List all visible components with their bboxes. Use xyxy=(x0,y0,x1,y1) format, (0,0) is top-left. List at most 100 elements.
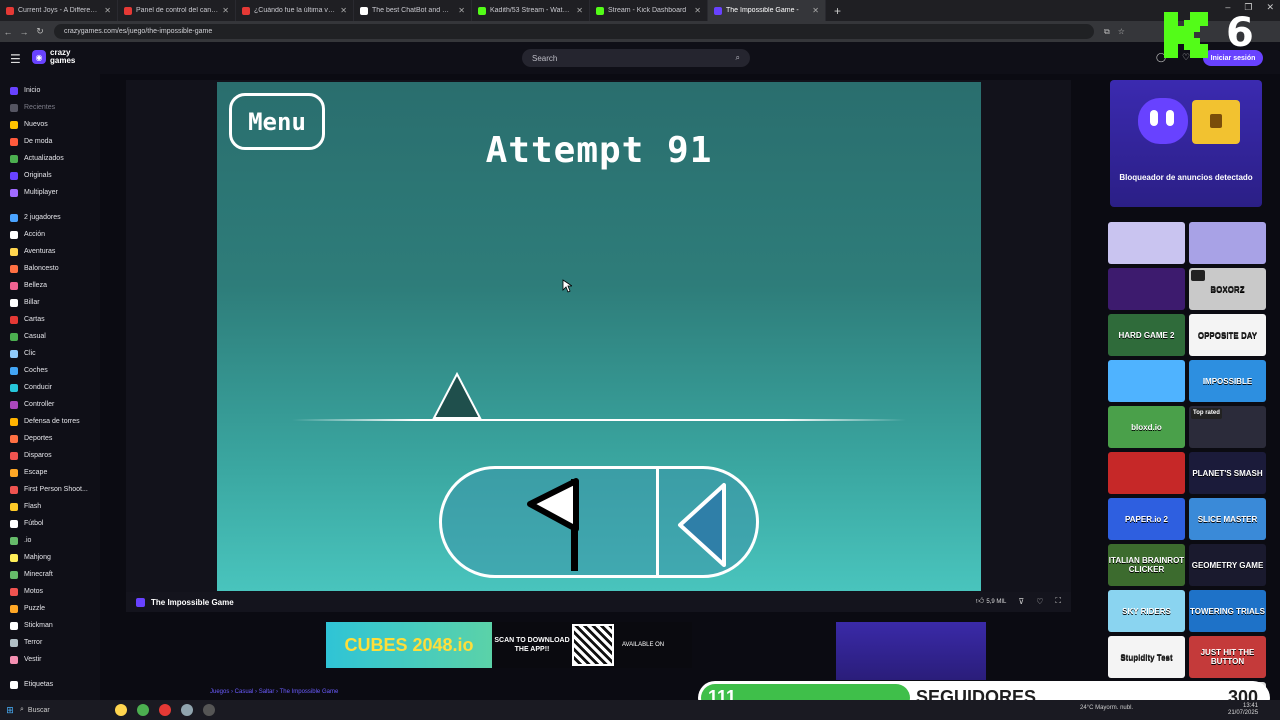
game-thumbnail[interactable]: GEOMETRY GAME xyxy=(1189,544,1266,586)
tab-close-icon[interactable]: ✕ xyxy=(104,6,111,15)
game-thumbnail[interactable]: SKY RIDERS xyxy=(1108,590,1185,632)
taskbar-clock[interactable]: 13:41 21/07/2025 xyxy=(1228,703,1258,717)
sidebar-item-tags[interactable]: Etiquetas xyxy=(0,676,100,693)
sidebar-item[interactable]: Aventuras xyxy=(0,243,100,260)
taskbar-weather[interactable]: 24°C Mayorm. nubl. xyxy=(1080,705,1133,711)
back-icon[interactable]: ← xyxy=(0,27,16,37)
sidebar-item[interactable]: Multiplayer xyxy=(0,184,100,201)
browser-tab[interactable]: The Impossible Game - ✕ xyxy=(708,0,826,21)
game-thumbnail[interactable]: TOWERING TRIALS xyxy=(1189,590,1266,632)
game-thumbnail[interactable]: SLICE MASTER xyxy=(1189,498,1266,540)
sidebar-item[interactable]: Cartas xyxy=(0,311,100,328)
game-thumbnail[interactable]: BOXORZ Hot xyxy=(1189,268,1266,310)
game-canvas[interactable]: Menu Attempt 91 xyxy=(217,82,981,591)
sidebar-item[interactable]: Terror xyxy=(0,634,100,651)
tab-close-icon[interactable]: ✕ xyxy=(222,6,229,15)
game-thumbnail[interactable] xyxy=(1108,452,1185,494)
sidebar-item[interactable]: First Person Shoot... xyxy=(0,481,100,498)
crazygames-logo[interactable]: ◉ crazy games xyxy=(32,49,86,65)
close-window-icon[interactable]: ✕ xyxy=(1266,2,1274,13)
breadcrumb[interactable]: Juegos › Casual › Saltar › The Impossibl… xyxy=(210,689,338,695)
game-thumbnail-label: Stupidity Test xyxy=(1120,652,1173,662)
taskbar-chrome-icon[interactable] xyxy=(137,704,149,716)
game-thumbnail[interactable]: bloxd.io xyxy=(1108,406,1185,448)
sidebar-item[interactable]: .io xyxy=(0,532,100,549)
game-thumbnail[interactable]: PLANET'S SMASH xyxy=(1189,452,1266,494)
tab-close-icon[interactable]: ✕ xyxy=(340,6,347,15)
tab-close-icon[interactable]: ✕ xyxy=(694,6,701,15)
sidebar-item[interactable]: Baloncesto xyxy=(0,260,100,277)
thumbs-down-icon[interactable]: ⊽ xyxy=(1018,597,1024,606)
url-field[interactable]: crazygames.com/es/juego/the-impossible-g… xyxy=(54,24,1094,39)
sidebar-item[interactable]: Escape xyxy=(0,464,100,481)
game-thumbnail[interactable]: OPPOSITE DAY xyxy=(1189,314,1266,356)
browser-tab[interactable]: Stream - Kick Dashboard ✕ xyxy=(590,0,708,21)
sidebar-item[interactable]: Defensa de torres xyxy=(0,413,100,430)
sidebar-item[interactable]: Stickman xyxy=(0,617,100,634)
sidebar-item[interactable]: Motos xyxy=(0,583,100,600)
sidebar-item[interactable]: Conducir xyxy=(0,379,100,396)
bookmark-icon[interactable]: ☆ xyxy=(1118,27,1125,37)
forward-icon[interactable]: → xyxy=(16,27,32,37)
browser-tab[interactable]: Current Joys - A Different A ✕ xyxy=(0,0,118,21)
sidebar-item[interactable]: Belleza xyxy=(0,277,100,294)
sidebar-item[interactable]: Clic xyxy=(0,345,100,362)
sidebar-item[interactable]: Recientes xyxy=(0,99,100,116)
game-thumbnail[interactable]: ITALIAN BRAINROT CLICKER xyxy=(1108,544,1185,586)
remove-checkpoint-icon[interactable] xyxy=(678,483,726,567)
reload-icon[interactable]: ↻ xyxy=(32,26,48,37)
like-button[interactable]: 👍︎ 5,9 MIL xyxy=(976,596,1007,606)
game-thumbnail[interactable] xyxy=(1189,222,1266,264)
game-thumbnail[interactable] xyxy=(1108,268,1185,310)
sidebar-item[interactable]: Inicio xyxy=(0,82,100,99)
hamburger-icon[interactable]: ☰ xyxy=(10,52,21,66)
sidebar-item[interactable]: Originals xyxy=(0,167,100,184)
game-thumbnail[interactable]: JUST HIT THE BUTTON xyxy=(1189,636,1266,678)
taskbar-search[interactable]: ⌕ Buscar xyxy=(20,706,110,714)
sidebar-item[interactable]: Minecraft xyxy=(0,566,100,583)
sidebar-item[interactable]: Deportes xyxy=(0,430,100,447)
taskbar-obs-icon[interactable] xyxy=(203,704,215,716)
game-thumbnail[interactable] xyxy=(1108,360,1185,402)
sidebar-item[interactable]: Flash xyxy=(0,498,100,515)
game-thumbnail[interactable]: Stupidity Test xyxy=(1108,636,1185,678)
sidebar-item[interactable]: Acción xyxy=(0,226,100,243)
tab-close-icon[interactable]: ✕ xyxy=(812,6,819,15)
game-thumbnail[interactable]: Top rated xyxy=(1189,406,1266,448)
windows-start-icon[interactable]: ⊞ xyxy=(0,705,20,716)
browser-tab[interactable]: The best ChatBot and Widget✕ xyxy=(354,0,472,21)
sidebar-item[interactable]: Actualizados xyxy=(0,150,100,167)
search-icon[interactable]: ⌕ xyxy=(736,53,740,63)
game-thumbnail[interactable]: HARD GAME 2 xyxy=(1108,314,1185,356)
sidebar-item[interactable]: Casual xyxy=(0,328,100,345)
new-tab-button[interactable]: + xyxy=(826,4,849,18)
game-thumbnail[interactable]: IMPOSSIBLE xyxy=(1189,360,1266,402)
sidebar-item[interactable]: Disparos xyxy=(0,447,100,464)
favorite-heart-icon[interactable]: ♡ xyxy=(1036,597,1043,606)
sidebar-item[interactable]: De moda xyxy=(0,133,100,150)
sidebar-item[interactable]: Fútbol xyxy=(0,515,100,532)
checkpoint-flag-icon[interactable] xyxy=(527,478,579,571)
taskbar-app-icon[interactable] xyxy=(159,704,171,716)
app-ad-banner[interactable]: CUBES 2048.io SCAN TO DOWNLOAD THE APP!!… xyxy=(326,622,692,668)
extensions-icon[interactable]: ⧉ xyxy=(1104,27,1110,37)
taskbar-app-icon[interactable] xyxy=(181,704,193,716)
sidebar-item[interactable]: Vestir xyxy=(0,651,100,668)
tab-close-icon[interactable]: ✕ xyxy=(458,6,465,15)
browser-tab[interactable]: ¿Cuándo fue la última vez que ✕ xyxy=(236,0,354,21)
game-thumbnail[interactable]: PAPER.io 2 xyxy=(1108,498,1185,540)
sidebar-item[interactable]: Controller xyxy=(0,396,100,413)
sidebar-item[interactable]: Mahjong xyxy=(0,549,100,566)
sidebar-item[interactable]: 2 jugadores xyxy=(0,209,100,226)
sidebar-item[interactable]: Puzzle xyxy=(0,600,100,617)
tab-close-icon[interactable]: ✕ xyxy=(576,6,583,15)
fullscreen-icon[interactable]: ⛶ xyxy=(1055,596,1061,606)
sidebar-item[interactable]: Billar xyxy=(0,294,100,311)
sidebar-item[interactable]: Coches xyxy=(0,362,100,379)
browser-tab[interactable]: Panel de control del canal - Yo ✕ xyxy=(118,0,236,21)
sidebar-item[interactable]: Nuevos xyxy=(0,116,100,133)
game-thumbnail[interactable] xyxy=(1108,222,1185,264)
taskbar-files-icon[interactable] xyxy=(115,704,127,716)
search-input[interactable]: Search ⌕ xyxy=(522,49,750,67)
browser-tab[interactable]: Kadith/53 Stream - Watch Live ✕ xyxy=(472,0,590,21)
